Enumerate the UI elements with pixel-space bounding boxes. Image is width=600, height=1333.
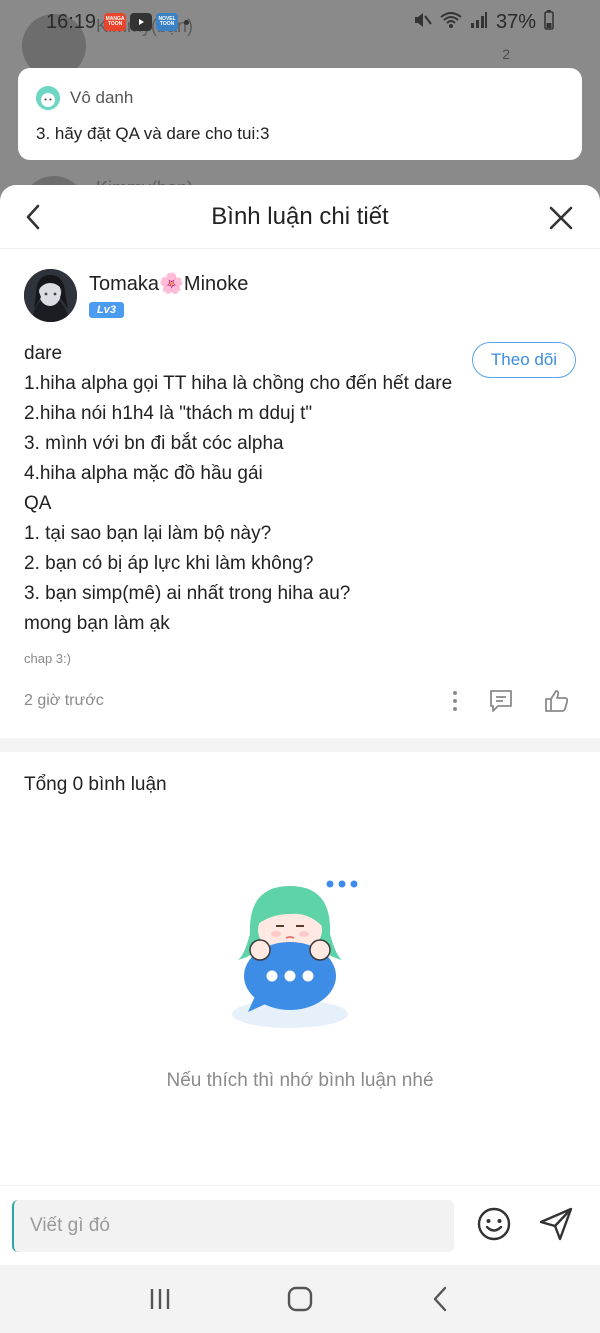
comment-text: dare 1.hiha alpha gọi TT hiha là chồng c… [24, 339, 576, 639]
more-options-button[interactable] [452, 690, 458, 712]
list-item-count: 2 [502, 46, 510, 62]
section-divider [0, 738, 600, 752]
comment-line: 2. bạn có bị áp lực khi làm không? [24, 553, 314, 574]
battery-percent: 37% [495, 10, 536, 33]
empty-state: Nếu thích thì nhớ bình luận nhé [0, 870, 600, 1092]
user-name[interactable]: Tomaka🌸Minoke [89, 271, 248, 296]
back-button[interactable] [18, 201, 48, 233]
status-bar: 16:19 MANGA TOON NOVEL TOON 37% [0, 0, 600, 44]
home-icon [287, 1286, 313, 1312]
chapter-reference[interactable]: chap 3:) [24, 651, 576, 666]
wifi-icon [440, 11, 462, 34]
comment-line: 3. mình với bn đi bắt cóc alpha [24, 433, 284, 454]
close-icon [549, 206, 573, 230]
send-icon [539, 1207, 573, 1241]
reply-button[interactable] [488, 689, 514, 713]
sheet-header: Bình luận chi tiết [0, 185, 600, 249]
recent-apps-button[interactable] [140, 1279, 180, 1319]
notification-toast[interactable]: Vô danh 3. hãy đặt QA và dare cho tui:3 [18, 68, 582, 160]
notification-dot [184, 19, 190, 25]
youtube-app-icon [130, 13, 153, 31]
thumbs-up-icon [545, 690, 569, 712]
signal-icon [470, 11, 488, 34]
comment-timestamp: 2 giờ trước [24, 692, 104, 709]
comment-input[interactable] [12, 1200, 454, 1252]
mangatoon-app-icon: MANGA TOON [104, 13, 127, 31]
level-badge: Lv3 [89, 302, 124, 318]
comment-bubble-icon [490, 690, 512, 712]
chevron-left-icon [433, 1286, 447, 1312]
comment-line: 4.hiha alpha mặc đồ hầu gái [24, 463, 263, 484]
notification-sender: Vô danh [70, 88, 134, 107]
close-button[interactable] [548, 205, 574, 231]
comment-detail-sheet: Bình luận chi tiết Tomaka🌸Minoke Lv3 The… [0, 185, 600, 1333]
status-time: 16:19 [46, 10, 97, 33]
chevron-left-icon [26, 204, 40, 230]
recent-apps-icon [150, 1289, 170, 1309]
mascot-illustration [232, 880, 358, 1028]
page-title: Bình luận chi tiết [211, 202, 389, 230]
comment-line: 3. bạn simp(mê) ai nhất trong hiha au? [24, 583, 351, 604]
avatar[interactable] [24, 269, 77, 322]
replies-total: Tổng 0 bình luận [24, 774, 167, 795]
comment-card: Tomaka🌸Minoke Lv3 Theo dõi dare 1.hiha a… [0, 249, 600, 716]
more-vertical-icon [453, 691, 457, 711]
send-button[interactable] [538, 1206, 574, 1242]
battery-icon [544, 9, 554, 35]
follow-button[interactable]: Theo dõi [472, 342, 576, 378]
comment-line: 1. tại sao bạn lại làm bộ này? [24, 523, 272, 544]
emoji-icon [477, 1207, 511, 1241]
mute-icon [412, 10, 432, 35]
empty-state-message: Nếu thích thì nhớ bình luận nhé [166, 1070, 434, 1091]
system-back-button[interactable] [420, 1279, 460, 1319]
comment-input-bar [0, 1185, 600, 1263]
comment-line: mong bạn làm ạk [24, 613, 170, 634]
emoji-button[interactable] [476, 1206, 512, 1242]
home-button[interactable] [280, 1279, 320, 1319]
system-navigation-bar [0, 1265, 600, 1333]
notification-message: 3. hãy đặt QA và dare cho tui:3 [36, 124, 270, 143]
noveltoon-app-icon: NOVEL TOON [156, 13, 179, 31]
status-app-icons: MANGA TOON NOVEL TOON [104, 13, 190, 31]
comment-line: QA [24, 493, 52, 514]
comment-line: 2.hiha nói h1h4 là "thách m dduj t" [24, 403, 313, 424]
anonymous-avatar-icon [36, 86, 60, 110]
like-button[interactable] [544, 689, 570, 713]
